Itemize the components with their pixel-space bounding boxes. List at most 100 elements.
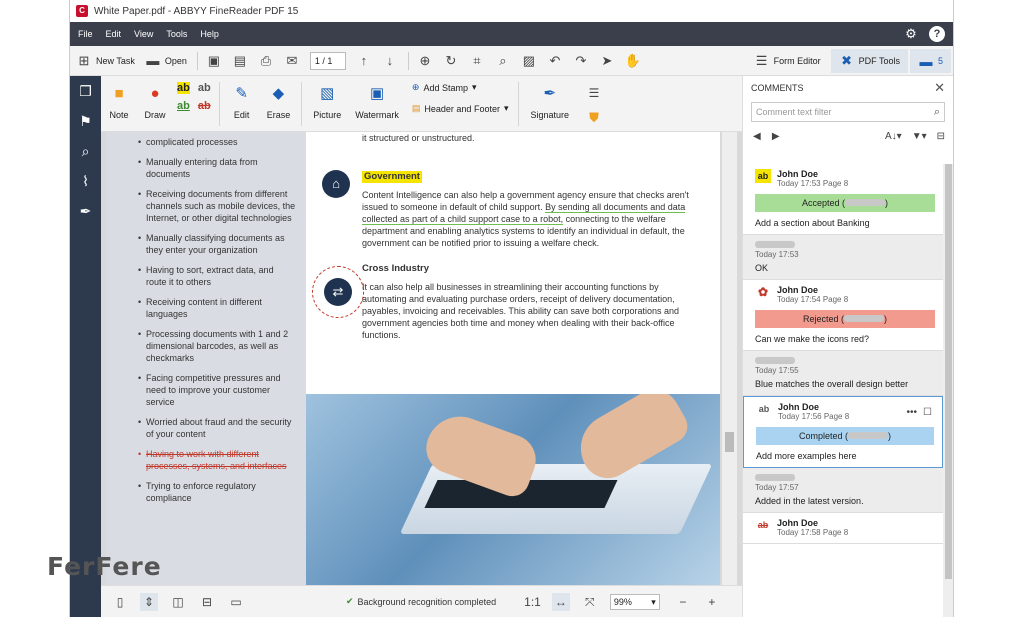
fit-width-icon[interactable]: ↔ (551, 592, 570, 611)
single-page-icon[interactable]: ▯ (111, 593, 129, 611)
search-icon[interactable]: ⌕ (70, 136, 101, 166)
more-options-icon[interactable]: ••• (907, 407, 918, 418)
comments-toggle-button[interactable]: ▬ 5 (909, 49, 951, 73)
attachment-icon[interactable]: ⌇ (70, 166, 101, 196)
rotate-button[interactable]: ↻ (443, 53, 459, 69)
stamp-icon: ⊕ (411, 82, 420, 92)
open-button[interactable]: ▬ Open (145, 53, 187, 68)
comment-card[interactable]: ✿ John Doe Today 17:54 Page 8 Rejected ()… (743, 280, 943, 351)
underline-tool[interactable]: ab (177, 100, 190, 112)
page-search-button[interactable]: ⌕ (495, 53, 511, 69)
menu-edit[interactable]: Edit (106, 29, 122, 39)
filter-icon[interactable]: ▼▾ (912, 131, 927, 142)
next-comment-icon[interactable]: ▶ (772, 131, 780, 142)
select-tool[interactable]: ➤ (599, 53, 615, 69)
strikethrough-comment-icon: ab (757, 520, 769, 530)
form-editor-button[interactable]: ☰ Form Editor (746, 49, 829, 73)
print-button[interactable]: ⎙ (258, 53, 274, 69)
filter-placeholder: Comment text filter (756, 107, 832, 117)
comment-text: Add more examples here (756, 451, 857, 461)
pages-icon[interactable]: ❐ (70, 76, 101, 106)
page-number-input[interactable]: 1 / 1 (309, 51, 346, 70)
search-icon[interactable]: ⌕ (934, 106, 940, 119)
zoom-out-icon[interactable]: − (674, 593, 692, 611)
fullscreen-monitor-icon[interactable]: ▭ (227, 593, 245, 611)
add-stamp-button[interactable]: ⊕ Add Stamp ▾ (412, 82, 477, 93)
save-button[interactable]: ▣ (206, 53, 222, 69)
eraser-icon: ◆ (272, 85, 285, 102)
add-stamp-label: Add Stamp (423, 82, 468, 93)
list-item: Having to sort, extract data, and route … (138, 264, 296, 288)
new-task-button[interactable]: ⊞ New Task (76, 53, 135, 69)
redacted-author (755, 357, 795, 364)
comment-card[interactable]: ab John Doe Today 17:58 Page 8 (743, 513, 943, 544)
fit-page-icon[interactable]: ⤧ (581, 593, 599, 611)
watermark-button[interactable]: ▣ Watermark (355, 82, 399, 120)
left-column: complicated processes Manually entering … (106, 132, 306, 585)
signature-label: Signature (530, 110, 570, 120)
hand-icon: ✋ (624, 52, 642, 68)
image-button[interactable]: ▨ (521, 53, 537, 69)
comment-card-selected[interactable]: ab John Doe Today 17:56 Page 8 ••• ☐ Compl… (743, 396, 943, 468)
comment-card[interactable]: ab John Doe Today 17:53 Page 8 Accepted (… (743, 164, 943, 235)
zoom-in-icon[interactable]: + (703, 593, 721, 611)
next-page-button[interactable]: ↓ (382, 53, 398, 68)
reply-meta: Today 17:57 (755, 483, 799, 492)
hand-tool[interactable]: ✋ (625, 53, 641, 69)
menu-file[interactable]: File (78, 29, 93, 39)
draw-button[interactable]: ● Draw (144, 82, 166, 121)
two-page-scroll-icon[interactable]: ⊟ (198, 593, 216, 611)
text-tool[interactable]: ab (198, 82, 211, 94)
menu-view[interactable]: View (134, 29, 153, 39)
collapse-icon[interactable]: ⊟ (937, 131, 945, 142)
scroll-thumb[interactable] (725, 432, 734, 452)
menu-help[interactable]: Help (200, 29, 219, 39)
list-item: Receiving documents from different chann… (138, 188, 296, 224)
close-icon[interactable]: ✕ (934, 80, 945, 96)
security-button[interactable]: ☰ ⛊ (583, 82, 605, 126)
comment-reply[interactable]: Today 17:55 Blue matches the overall des… (743, 351, 943, 396)
document-scrollbar[interactable] (722, 132, 737, 585)
comment-meta: Today 17:54 Page 8 (777, 295, 849, 304)
form-icon: ☰ (755, 53, 768, 68)
status-badge: Accepted () (755, 194, 935, 212)
undo-button[interactable]: ↶ (547, 53, 563, 69)
status-bar: ▯ ⇕ ◫ ⊟ ▭ ✔ Background recognition comple… (101, 585, 742, 617)
add-page-button[interactable]: ⊕ (417, 53, 433, 69)
picture-button[interactable]: ▧ Picture (313, 82, 341, 120)
save-as-button[interactable]: ▤ (232, 53, 248, 69)
comments-scrollbar[interactable] (943, 164, 953, 617)
sort-icon[interactable]: A↓▾ (885, 131, 902, 142)
erase-button[interactable]: ◆ Erase (267, 82, 291, 120)
list-item: Processing documents with 1 and 2 dimens… (138, 328, 296, 364)
zoom-select[interactable]: 99% ▾ (609, 593, 660, 610)
gear-icon[interactable]: ⚙ (903, 26, 919, 42)
new-task-label: New Task (96, 55, 135, 66)
note-button[interactable]: ■ Note (108, 82, 130, 121)
menu-tools[interactable]: Tools (166, 29, 187, 39)
highlight-tool[interactable]: ab (177, 82, 190, 94)
continuous-scroll-icon[interactable]: ⇕ (140, 592, 158, 611)
redo-button[interactable]: ↷ (573, 53, 589, 69)
checkbox[interactable]: ☐ (923, 407, 932, 418)
pdf-tools-button[interactable]: ✖ PDF Tools (830, 49, 908, 73)
signature-pen-icon[interactable]: ✒ (70, 196, 101, 226)
actual-size-button[interactable]: 1:1 (524, 593, 541, 611)
annotation-ribbon: ■ Note ● Draw ab ab ab ab ✎ Edit ◆ Erase ▧ Pi… (101, 76, 742, 132)
prev-page-button[interactable]: ↑ (356, 53, 372, 68)
header-footer-button[interactable]: ▤ Header and Footer ▾ (412, 103, 509, 114)
comment-filter-input[interactable]: Comment text filter ⌕ (751, 102, 945, 122)
previous-comment-icon[interactable]: ◀ (753, 131, 761, 142)
crop-button[interactable]: ⌗ (469, 53, 485, 69)
email-button[interactable]: ✉ (284, 53, 300, 69)
strikethrough-tool[interactable]: ab (198, 100, 211, 112)
bookmark-icon[interactable]: ⚑ (70, 106, 101, 136)
signature-button[interactable]: ✒ Signature (530, 82, 569, 120)
comment-reply[interactable]: Today 17:57 Added in the latest version. (743, 468, 943, 513)
comment-reply[interactable]: Today 17:53 OK (743, 235, 943, 280)
edit-button[interactable]: ✎ Edit (231, 82, 253, 120)
comments-pane: COMMENTS ✕ Comment text filter ⌕ ◀ ▶ A↓▾… (742, 76, 953, 617)
two-page-icon[interactable]: ◫ (169, 593, 187, 611)
scroll-thumb[interactable] (945, 164, 952, 579)
help-icon[interactable]: ? (929, 26, 945, 42)
